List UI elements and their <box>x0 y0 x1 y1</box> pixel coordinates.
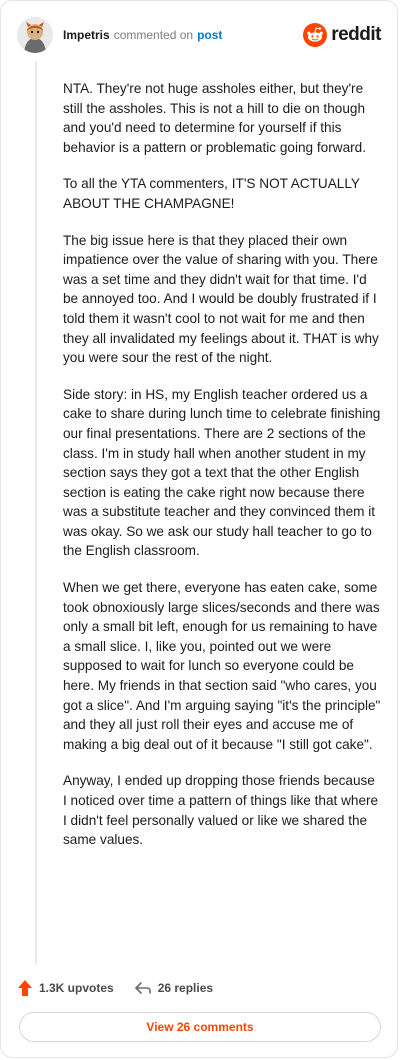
comment-header: Impetris commented on post reddit <box>17 15 381 55</box>
comment-paragraph: NTA. They're not huge assholes either, b… <box>63 81 366 155</box>
replies-button[interactable]: 26 replies <box>134 981 213 995</box>
upvote-count: 1.3K upvotes <box>39 981 114 995</box>
comment-paragraph: To all the YTA commenters, IT'S NOT ACTU… <box>63 176 360 211</box>
reddit-brand[interactable]: reddit <box>303 23 381 47</box>
comment-paragraph: When we get there, everyone has eaten ca… <box>63 580 381 752</box>
comment-actions: 1.3K upvotes 26 replies <box>17 977 381 999</box>
reply-arrow-icon <box>134 982 151 994</box>
upvote-arrow-icon <box>18 980 32 996</box>
reply-count: 26 replies <box>157 981 214 995</box>
commented-on-text: commented on <box>113 28 194 42</box>
comment-paragraph: The big issue here is that they placed t… <box>63 232 379 366</box>
comment-paragraph: Side story: in HS, my English teacher or… <box>63 386 381 559</box>
reddit-wordmark: reddit <box>331 24 381 45</box>
upvote-button[interactable]: 1.3K upvotes <box>17 979 114 997</box>
post-link[interactable]: post <box>197 28 222 42</box>
avatar-icon <box>17 17 53 53</box>
view-comments-button[interactable]: View 26 comments <box>19 1012 381 1042</box>
reddit-logo-icon <box>303 23 328 47</box>
username-link[interactable]: Impetris <box>63 28 110 42</box>
comment-card: Impetris commented on post reddit NTA. T… <box>0 0 398 1058</box>
comment-paragraph: Anyway, I ended up dropping those friend… <box>63 773 379 848</box>
comment-body: NTA. They're not huge assholes either, b… <box>63 79 381 867</box>
avatar[interactable] <box>17 17 53 53</box>
thread-line[interactable] <box>35 61 37 964</box>
comment-meta: Impetris commented on post <box>63 28 222 42</box>
